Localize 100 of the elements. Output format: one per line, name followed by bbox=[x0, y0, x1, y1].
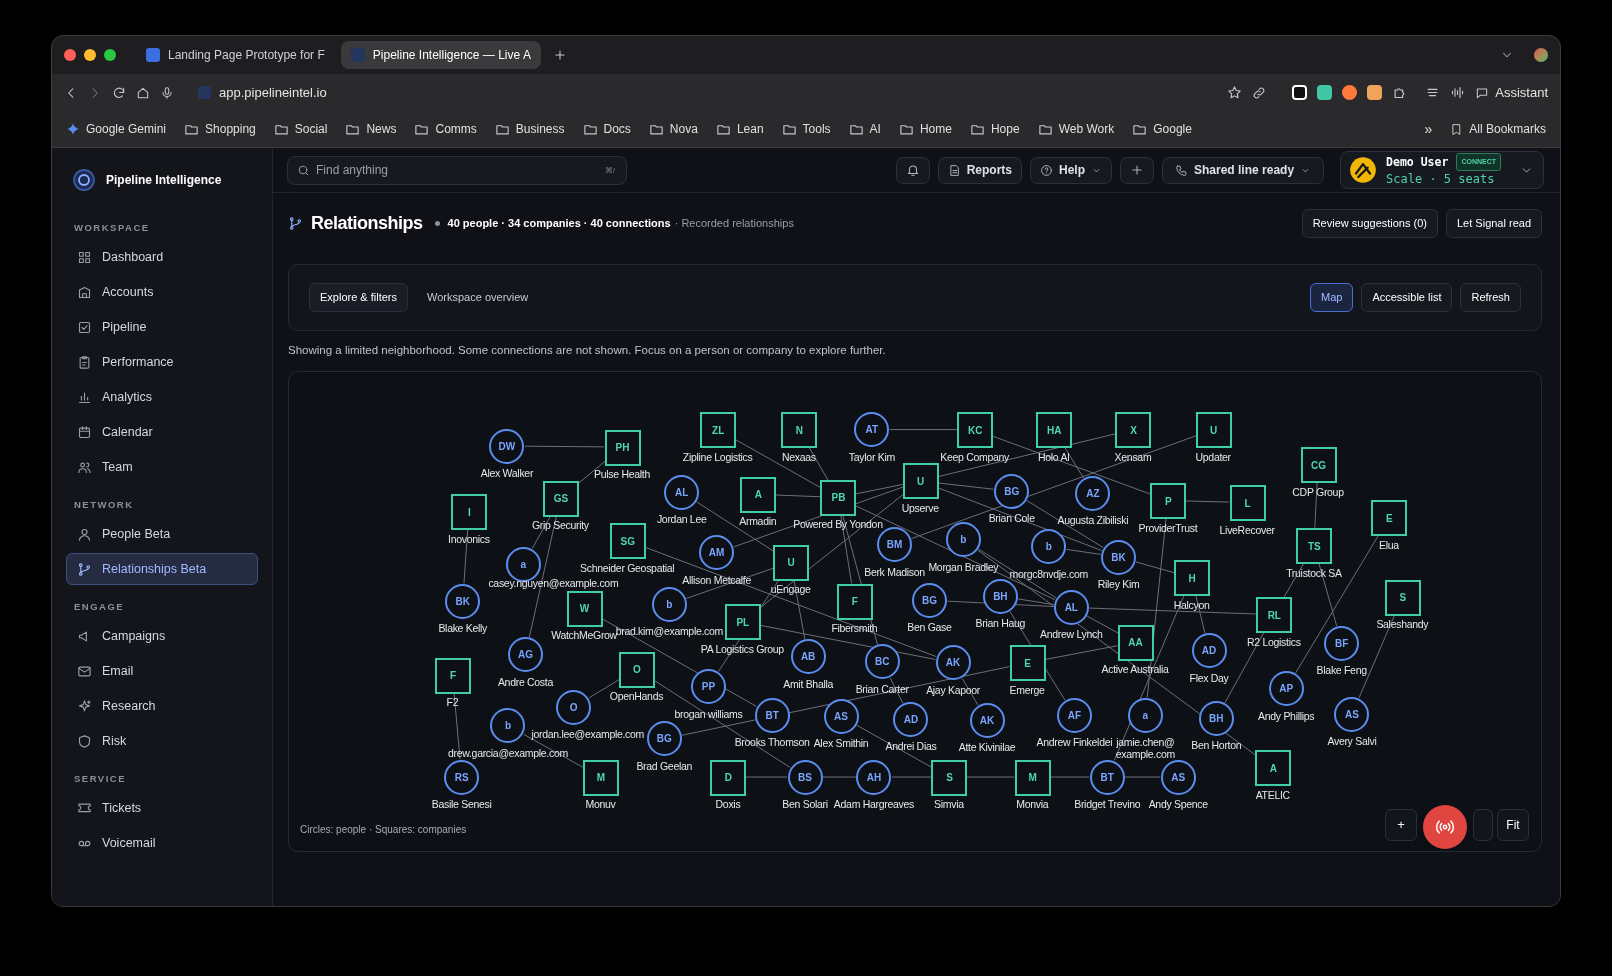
bookmark[interactable]: Web Work bbox=[1037, 120, 1115, 138]
person-node[interactable]: BH bbox=[1198, 700, 1234, 736]
minimize-button[interactable] bbox=[84, 49, 96, 61]
person-node[interactable]: BC bbox=[864, 644, 900, 680]
person-node[interactable]: BT bbox=[1089, 759, 1125, 795]
company-node[interactable]: X bbox=[1115, 412, 1152, 449]
view-toggle[interactable]: Map bbox=[1310, 283, 1354, 312]
company-node[interactable]: F bbox=[836, 583, 873, 620]
person-node[interactable]: AP bbox=[1268, 671, 1304, 707]
company-node[interactable]: O bbox=[618, 651, 655, 688]
reports-button[interactable]: Reports bbox=[937, 156, 1022, 184]
reload-icon[interactable] bbox=[112, 85, 126, 100]
company-node[interactable]: A bbox=[1255, 750, 1292, 787]
bookmark[interactable]: Tools bbox=[781, 120, 831, 138]
browser-tab[interactable]: Pipeline Intelligence — Live A bbox=[340, 41, 541, 69]
view-tab[interactable]: Explore & filters bbox=[309, 283, 409, 312]
bookmark[interactable]: Google bbox=[1132, 120, 1192, 138]
company-node[interactable]: PL bbox=[724, 604, 761, 641]
notifications-button[interactable] bbox=[895, 156, 930, 184]
bookmark[interactable]: Social bbox=[273, 120, 328, 138]
person-node[interactable]: RS bbox=[444, 759, 480, 795]
company-node[interactable]: HA bbox=[1036, 412, 1073, 449]
person-node[interactable]: BF bbox=[1324, 625, 1360, 661]
add-button[interactable] bbox=[1120, 156, 1154, 184]
person-node[interactable]: BG bbox=[994, 473, 1030, 509]
bookmark[interactable]: News bbox=[345, 120, 397, 138]
person-node[interactable]: AK bbox=[935, 645, 971, 681]
nav-item[interactable]: Accounts bbox=[66, 276, 258, 308]
nav-item[interactable]: Calendar bbox=[66, 416, 258, 448]
person-node[interactable]: AZ bbox=[1075, 475, 1111, 511]
company-node[interactable]: H bbox=[1174, 560, 1211, 597]
person-node[interactable]: a bbox=[505, 546, 541, 582]
link-icon[interactable] bbox=[1252, 85, 1267, 100]
company-node[interactable]: S bbox=[1384, 579, 1421, 616]
company-node[interactable]: U bbox=[773, 544, 810, 581]
company-node[interactable]: I bbox=[451, 494, 488, 531]
company-node[interactable]: KC bbox=[957, 412, 994, 449]
star-icon[interactable] bbox=[1227, 85, 1243, 100]
company-node[interactable]: P bbox=[1150, 483, 1187, 519]
company-node[interactable]: E bbox=[1371, 500, 1408, 537]
bookmark[interactable]: Comms bbox=[414, 120, 477, 138]
fit-button[interactable]: Fit bbox=[1497, 809, 1529, 841]
person-node[interactable]: b bbox=[651, 586, 687, 622]
nav-item[interactable]: People Beta bbox=[66, 518, 258, 550]
person-node[interactable]: BT bbox=[754, 697, 790, 733]
company-node[interactable]: U bbox=[1195, 412, 1232, 449]
bookmark[interactable]: Nova bbox=[648, 120, 698, 138]
company-node[interactable]: TS bbox=[1296, 528, 1333, 565]
bookmark[interactable]: Shopping bbox=[184, 120, 256, 138]
nav-item[interactable]: Tickets bbox=[66, 792, 258, 824]
company-node[interactable]: L bbox=[1229, 485, 1266, 522]
nav-item[interactable]: Analytics bbox=[66, 381, 258, 413]
nav-item[interactable]: Team bbox=[66, 451, 258, 483]
close-button[interactable] bbox=[64, 49, 76, 61]
nav-item[interactable]: Risk bbox=[66, 725, 258, 757]
person-node[interactable]: AD bbox=[1191, 633, 1227, 669]
zoom-in-button[interactable]: + bbox=[1385, 809, 1417, 841]
extension-icon[interactable] bbox=[1317, 85, 1333, 100]
person-node[interactable]: AL bbox=[1053, 589, 1089, 625]
nav-item[interactable]: Dashboard bbox=[66, 241, 258, 273]
bookmark[interactable]: Hope bbox=[969, 120, 1020, 138]
nav-item[interactable]: Pipeline bbox=[66, 311, 258, 343]
bookmark[interactable]: Docs bbox=[582, 120, 631, 138]
refresh-button[interactable]: Refresh bbox=[1460, 283, 1521, 312]
person-node[interactable]: b bbox=[490, 708, 526, 744]
company-node[interactable]: D bbox=[710, 759, 747, 796]
person-node[interactable]: b bbox=[945, 522, 981, 558]
nav-item[interactable]: Performance bbox=[66, 346, 258, 378]
person-node[interactable]: AF bbox=[1056, 697, 1092, 733]
bookmark[interactable]: Business bbox=[494, 120, 565, 138]
person-node[interactable]: AM bbox=[699, 535, 735, 571]
nav-item[interactable]: Voicemail bbox=[66, 827, 258, 859]
more-bookmarks-button[interactable]: » bbox=[1424, 118, 1433, 140]
person-node[interactable]: AG bbox=[507, 637, 543, 673]
help-button[interactable]: Help bbox=[1030, 156, 1112, 184]
person-node[interactable]: BK bbox=[1101, 539, 1137, 575]
bookmark[interactable]: Google Gemini bbox=[66, 120, 167, 138]
person-node[interactable]: BM bbox=[877, 527, 912, 563]
person-node[interactable]: AL bbox=[664, 474, 700, 510]
company-node[interactable]: GS bbox=[542, 480, 579, 517]
bookmark[interactable]: Home bbox=[898, 120, 952, 138]
company-node[interactable]: ZL bbox=[700, 412, 737, 449]
browser-tab[interactable]: Landing Page Prototype for F bbox=[136, 41, 335, 69]
company-node[interactable]: S bbox=[931, 759, 968, 796]
person-node[interactable]: BK bbox=[445, 583, 481, 619]
company-node[interactable]: AA bbox=[1117, 624, 1154, 661]
company-node[interactable]: PB bbox=[820, 479, 857, 516]
company-node[interactable]: N bbox=[781, 412, 818, 449]
profile-icon[interactable] bbox=[1534, 48, 1548, 62]
extension-icon[interactable] bbox=[1367, 85, 1383, 100]
action-button[interactable]: Review suggestions (0) bbox=[1301, 208, 1438, 238]
url-field[interactable]: app.pipelineintel.io bbox=[219, 82, 327, 103]
person-node[interactable]: PP bbox=[690, 669, 726, 705]
company-node[interactable]: PH bbox=[604, 429, 641, 466]
person-node[interactable]: AS bbox=[1160, 759, 1196, 795]
line-status-button[interactable]: Shared line ready bbox=[1162, 156, 1325, 184]
person-node[interactable]: BG bbox=[646, 721, 682, 757]
bookmark[interactable]: Lean bbox=[715, 120, 764, 138]
view-tab[interactable]: Workspace overview bbox=[416, 283, 540, 312]
nav-item[interactable]: Research bbox=[66, 690, 258, 722]
